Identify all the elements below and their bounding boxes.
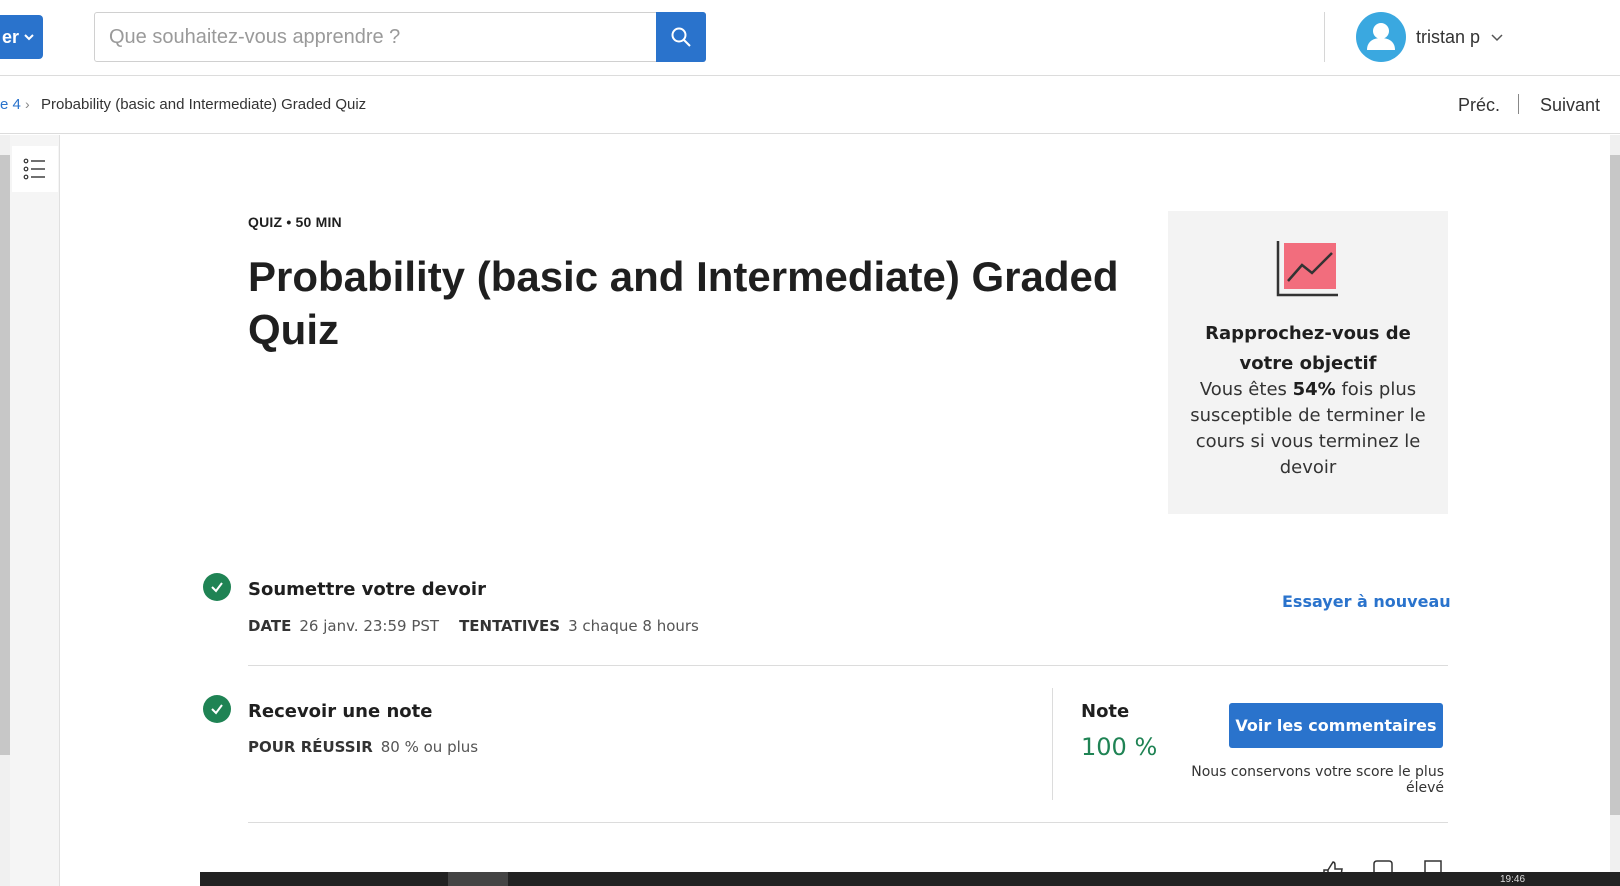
retry-link[interactable]: Essayer à nouveau	[1282, 592, 1451, 611]
goal-percentage: 54%	[1292, 379, 1336, 400]
list-icon	[23, 158, 45, 180]
pass-value: 80 % ou plus	[380, 738, 479, 756]
grade-step-meta: POUR RÉUSSIR 80 % ou plus	[248, 738, 478, 756]
left-scrollbar[interactable]	[0, 135, 10, 886]
goal-title: Rapprochez-vous de votre objectif	[1205, 323, 1411, 374]
left-scrollbar-thumb[interactable]	[0, 155, 10, 755]
previous-item-link[interactable]: Préc.	[1458, 95, 1500, 116]
right-scrollbar[interactable]	[1610, 135, 1620, 886]
trend-chart-icon	[1276, 241, 1338, 297]
course-outline-rail	[10, 135, 60, 886]
keep-highest-note: Nous conservons votre score le plus élev…	[1191, 764, 1444, 796]
submit-step-meta: DATE 26 janv. 23:59 PST TENTATIVES 3 chaque…	[248, 617, 699, 635]
section-divider	[248, 822, 1448, 823]
next-item-link[interactable]: Suivant	[1540, 95, 1600, 116]
goal-text-before: Vous êtes	[1199, 379, 1293, 400]
header-divider	[1324, 12, 1325, 62]
explore-button[interactable]: er	[0, 15, 43, 59]
check-icon	[203, 573, 231, 601]
attempts-value: 3 chaque 8 hours	[568, 617, 699, 635]
search-bar	[94, 12, 706, 62]
attempts-label: TENTATIVES	[459, 617, 561, 635]
check-icon	[203, 695, 231, 723]
submit-step-title: Soumettre votre devoir	[248, 579, 486, 600]
goal-card: Rapprochez-vous de votre objectif Vous ê…	[1168, 211, 1448, 514]
breadcrumb-current: Probability (basic and Intermediate) Gra…	[41, 96, 367, 113]
os-taskbar: 19:46	[200, 872, 1620, 886]
chevron-down-icon	[24, 34, 34, 41]
date-value: 26 janv. 23:59 PST	[299, 617, 440, 635]
taskbar-clock: 19:46	[1500, 874, 1526, 885]
grade-step-title: Recevoir une note	[248, 701, 433, 722]
grade-value: 100 %	[1081, 733, 1158, 761]
section-divider	[248, 665, 1448, 666]
outline-toggle-button[interactable]	[12, 146, 58, 192]
user-icon	[1367, 23, 1395, 50]
user-name: tristan p	[1416, 26, 1481, 47]
search-button[interactable]	[656, 12, 706, 62]
user-menu[interactable]: tristan p	[1356, 12, 1504, 62]
date-label: DATE	[248, 617, 292, 635]
page-title: Probability (basic and Intermediate) Gra…	[248, 253, 1119, 353]
pass-label: POUR RÉUSSIR	[248, 738, 373, 756]
nav-divider	[1518, 94, 1519, 114]
explore-label: er	[1, 26, 19, 47]
quiz-meta: QUIZ • 50 MIN	[248, 214, 342, 230]
top-header: er tristan p	[0, 0, 1620, 76]
chevron-down-icon	[1491, 34, 1503, 42]
breadcrumb: e 4 › Probability (basic and Intermediat…	[0, 76, 1620, 134]
taskbar-active-app[interactable]	[448, 872, 508, 886]
grade-label: Note	[1081, 701, 1130, 722]
chevron-right-icon: ›	[25, 96, 30, 112]
grade-divider	[1052, 688, 1053, 800]
breadcrumb-link-week[interactable]: e 4	[0, 96, 21, 113]
search-icon	[671, 27, 691, 47]
right-scrollbar-thumb[interactable]	[1610, 155, 1620, 815]
goal-text: Vous êtes 54% fois plus susceptible de t…	[1188, 377, 1428, 481]
search-input[interactable]	[95, 13, 656, 61]
avatar	[1356, 12, 1406, 62]
view-feedback-button[interactable]: Voir les commentaires	[1229, 703, 1443, 748]
